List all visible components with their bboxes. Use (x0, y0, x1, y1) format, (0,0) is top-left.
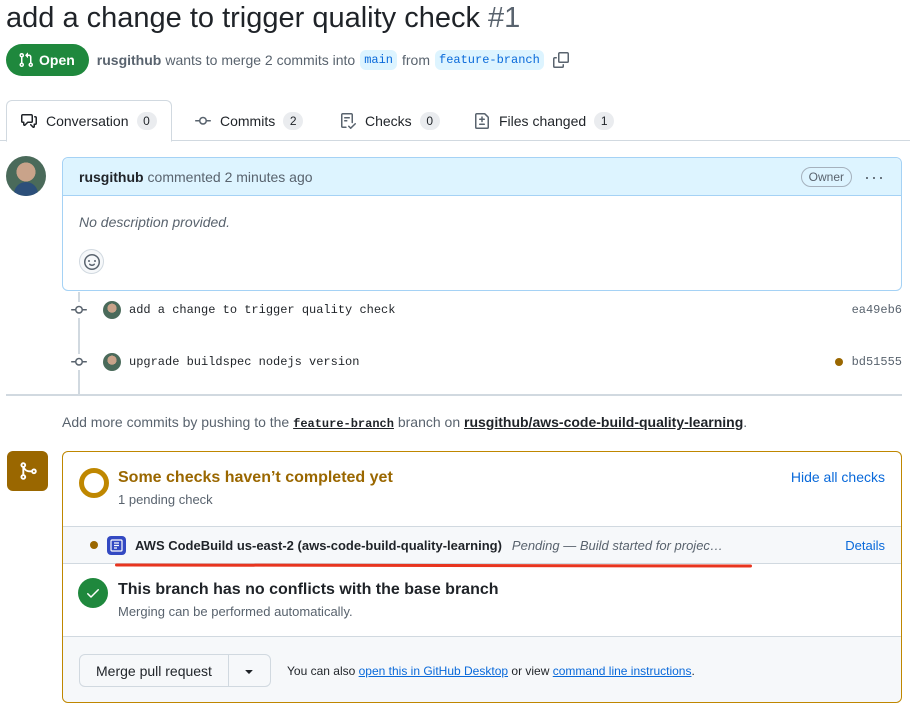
state-badge: Open (6, 44, 89, 76)
kebab-menu-icon[interactable]: ··· (864, 168, 885, 186)
checklist-icon (341, 112, 356, 129)
git-pull-request-icon (19, 52, 34, 68)
codebuild-app-icon (107, 535, 126, 555)
cli-instructions-link[interactable]: command line instructions (553, 664, 692, 678)
state-label: Open (39, 52, 75, 68)
push-hint-middle: branch on (397, 414, 461, 430)
merge-method-dropdown[interactable] (229, 655, 270, 686)
conflicts-subtitle: Merging can be performed automatically. (118, 604, 353, 619)
commit-sha-link[interactable]: bd51555 (834, 355, 902, 369)
checks-subtitle: 1 pending check (118, 492, 213, 507)
git-merge-icon (7, 451, 48, 491)
or-view-text: or view (511, 664, 550, 678)
commit-sha: ea49eb6 (851, 303, 902, 317)
commit-message-link[interactable]: upgrade buildspec nodejs version (129, 355, 359, 369)
push-hint-branch[interactable]: feature-branch (293, 417, 394, 431)
commit-sha-link[interactable]: ea49eb6 (852, 303, 902, 317)
pending-status-dot (90, 541, 98, 549)
owner-badge: Owner (800, 166, 853, 187)
push-hint: Add more commits by pushing to the featu… (62, 414, 747, 431)
checks-summary: Some checks haven’t completed yet 1 pend… (63, 452, 901, 526)
hide-all-checks-link[interactable]: Hide all checks (791, 469, 885, 485)
tab-counter: 2 (283, 111, 304, 130)
check-details-link[interactable]: Details (845, 538, 885, 553)
add-reaction-button[interactable] (79, 249, 104, 274)
check-row: AWS CodeBuild us-east-2 (aws-code-build-… (63, 526, 901, 564)
tab-files-changed[interactable]: Files changed 1 (474, 100, 615, 141)
tab-conversation[interactable]: Conversation 0 (6, 100, 172, 142)
merge-pull-request-button[interactable]: Merge pull request (80, 655, 229, 686)
commit-message-link[interactable]: add a change to trigger quality check (129, 303, 395, 317)
pr-author-link[interactable]: rusgithub (97, 52, 162, 68)
tab-commits[interactable]: Commits 2 (195, 100, 304, 141)
git-commit-icon (195, 116, 211, 125)
triangle-down-icon (245, 669, 254, 674)
commit-item: add a change to trigger quality check ea… (70, 300, 902, 320)
tab-label: Files changed (499, 112, 587, 129)
repo-link[interactable]: rusgithub/aws-code-build-quality-learnin… (464, 414, 743, 430)
git-commit-icon (70, 354, 88, 370)
comment-header: rusgithub commented 2 minutes ago Owner … (63, 158, 901, 196)
tab-label: Conversation (46, 113, 129, 129)
end-text: . (691, 664, 695, 678)
timeline-divider (6, 394, 902, 396)
comment-body: No description provided. (79, 214, 230, 230)
github-desktop-link[interactable]: open this in GitHub Desktop (359, 664, 508, 678)
merge-footer: Merge pull request You can also open thi… (63, 636, 901, 702)
tab-counter: 1 (594, 111, 615, 130)
merge-text: wants to merge 2 commits into (165, 52, 356, 68)
pr-status-row: Open rusgithub wants to merge 2 commits … (6, 44, 569, 76)
tab-label: Checks (365, 112, 412, 129)
pr-number: #1 (488, 2, 521, 34)
push-hint-suffix: . (743, 414, 748, 430)
pending-status-dot[interactable] (834, 358, 843, 366)
commit-item: upgrade buildspec nodejs version bd51555 (70, 352, 902, 372)
pr-title-text: add a change to trigger quality check (6, 2, 480, 34)
commit-sha: bd51555 (851, 355, 902, 369)
comment-discussion-icon (21, 114, 37, 128)
comment-box: rusgithub commented 2 minutes ago Owner … (62, 157, 902, 291)
merge-button-group: Merge pull request (79, 654, 271, 687)
merge-box: Some checks haven’t completed yet 1 pend… (62, 451, 902, 703)
also-text: You can also (287, 664, 356, 678)
pending-ring-icon (79, 468, 109, 498)
push-hint-prefix: Add more commits by pushing to the (62, 414, 290, 430)
base-branch-label[interactable]: main (360, 50, 397, 70)
comment-author-link[interactable]: rusgithub (79, 169, 144, 185)
git-commit-icon (70, 302, 88, 318)
from-text: from (402, 52, 430, 68)
tab-counter: 0 (136, 112, 157, 130)
smiley-icon (83, 253, 100, 270)
copy-icon[interactable] (552, 52, 569, 68)
check-status: Pending — Build started for projec… (511, 537, 723, 553)
check-circle-icon (78, 578, 108, 608)
avatar[interactable] (103, 301, 121, 319)
pr-meta: rusgithub wants to merge 2 commits into … (97, 50, 569, 70)
pr-tabs: Conversation 0 Commits 2 Checks 0 Files … (0, 100, 910, 142)
checks-title: Some checks haven’t completed yet (118, 469, 393, 486)
file-diff-icon (475, 112, 489, 129)
tab-label: Commits (220, 112, 276, 129)
conflicts-title: This branch has no conflicts with the ba… (118, 581, 499, 598)
head-branch-label[interactable]: feature-branch (435, 50, 544, 70)
avatar[interactable] (103, 353, 121, 371)
tab-counter: 0 (419, 111, 440, 130)
merge-alternatives: You can also open this in GitHub Desktop… (287, 664, 695, 678)
pr-title: add a change to trigger quality check #1 (6, 0, 520, 36)
comment-timestamp[interactable]: commented 2 minutes ago (148, 169, 313, 185)
tab-checks[interactable]: Checks 0 (340, 100, 440, 141)
check-name: AWS CodeBuild us-east-2 (aws-code-build-… (135, 537, 502, 553)
avatar[interactable] (6, 156, 46, 196)
annotation-underline (114, 563, 753, 568)
